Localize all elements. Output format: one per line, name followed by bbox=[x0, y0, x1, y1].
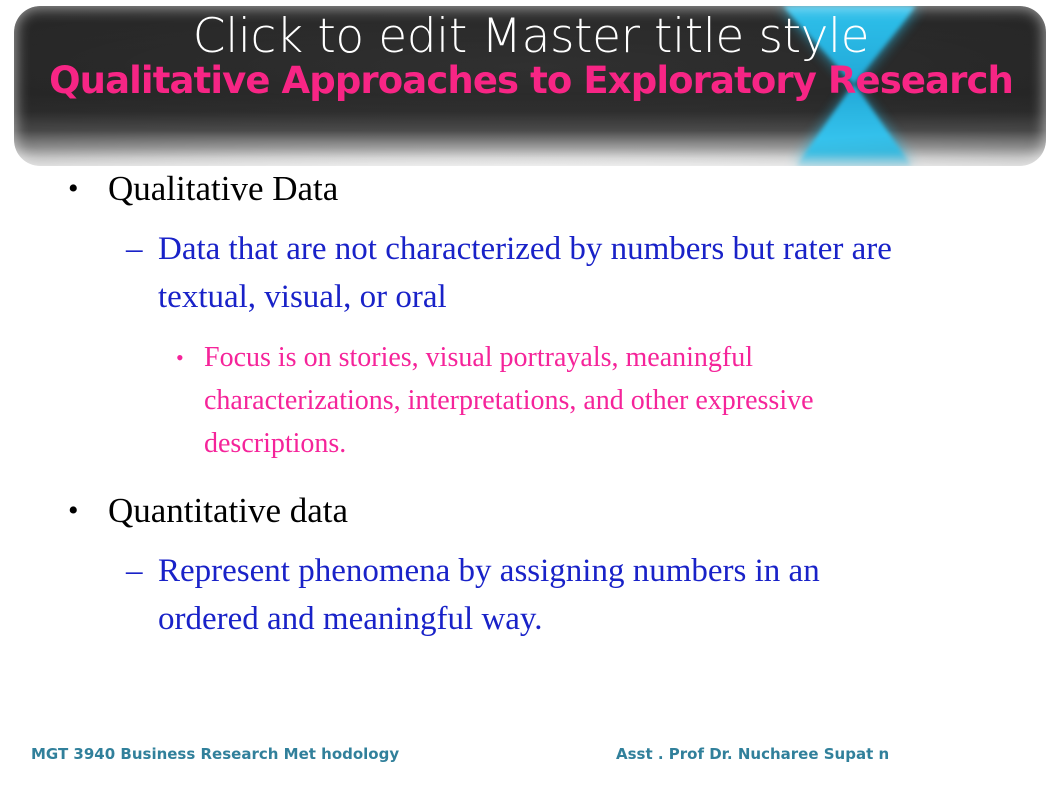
bullet-text: Represent phenomena by assigning numbers… bbox=[158, 552, 820, 638]
bullet-marker-icon: • bbox=[68, 493, 79, 527]
bullet-item-quantitative-definition[interactable]: – Represent phenomena by assigning numbe… bbox=[0, 547, 1062, 644]
bullet-marker-icon: • bbox=[68, 172, 79, 205]
bullet-item-quantitative-data[interactable]: • Quantitative data bbox=[0, 490, 1062, 533]
bullet-item-qualitative-data[interactable]: • Qualitative Data bbox=[0, 168, 1062, 211]
bullet-text: Quantitative data bbox=[108, 490, 349, 530]
master-title-placeholder[interactable]: Click to edit Master title style bbox=[0, 13, 1062, 60]
bullet-text: Focus is on stories, visual portrayals, … bbox=[204, 341, 814, 460]
bullet-item-qualitative-focus[interactable]: • Focus is on stories, visual portrayals… bbox=[0, 336, 1062, 466]
dash-marker-icon: – bbox=[126, 230, 143, 267]
bullet-marker-icon: • bbox=[176, 344, 184, 370]
slide-footer: MGT 3940 Business Research Met hodology … bbox=[0, 742, 1062, 770]
dash-marker-icon: – bbox=[126, 552, 143, 589]
body-placeholder[interactable]: • Qualitative Data – Data that are not c… bbox=[0, 168, 1062, 646]
footer-course-label: MGT 3940 Business Research Met hodology bbox=[31, 745, 400, 763]
bullet-text: Qualitative Data bbox=[108, 169, 339, 208]
bullet-item-qualitative-definition[interactable]: – Data that are not characterized by num… bbox=[0, 225, 1062, 322]
page-title[interactable]: Qualitative Approaches to Exploratory Re… bbox=[0, 62, 1062, 99]
slide-canvas: Click to edit Master title style Qualita… bbox=[0, 0, 1062, 797]
footer-instructor-label: Asst . Prof Dr. Nucharee Supat n bbox=[616, 745, 890, 763]
bullet-text: Data that are not characterized by numbe… bbox=[158, 230, 892, 316]
